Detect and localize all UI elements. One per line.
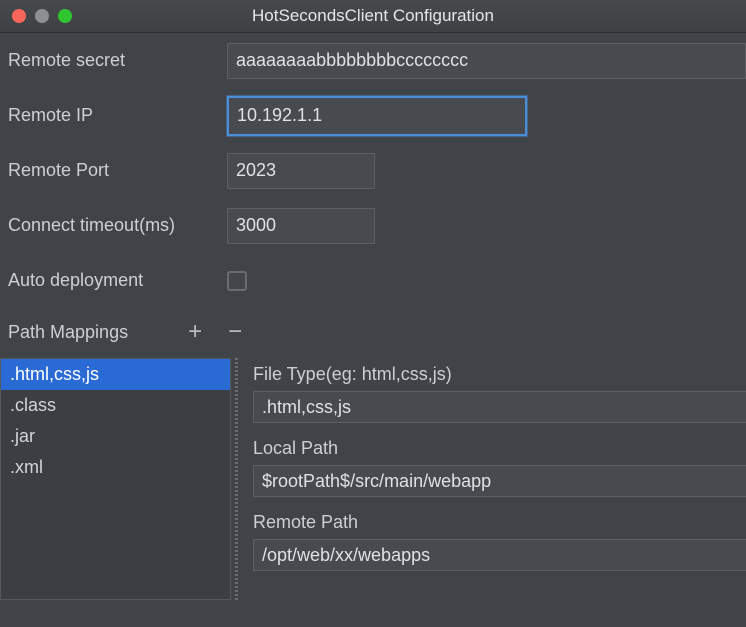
add-mapping-button[interactable]: +	[180, 320, 210, 344]
close-button-icon[interactable]	[12, 9, 26, 23]
remote-port-input[interactable]	[227, 152, 375, 189]
row-remote-secret: Remote secret	[0, 33, 746, 88]
file-type-input[interactable]	[253, 391, 746, 423]
row-auto-deployment: Auto deployment	[0, 253, 746, 308]
row-connect-timeout: Connect timeout(ms)	[0, 198, 746, 253]
remove-mapping-button[interactable]: −	[220, 320, 250, 344]
label-auto-deployment: Auto deployment	[8, 270, 144, 290]
zoom-button-icon[interactable]	[58, 9, 72, 23]
settings-form: Remote secret Remote IP Remote Port Conn…	[0, 33, 746, 356]
configuration-window: HotSecondsClient Configuration Remote se…	[0, 0, 746, 627]
remote-path-input[interactable]	[253, 539, 746, 571]
mapping-detail: File Type(eg: html,css,js) Local Path Re…	[242, 358, 746, 600]
remote-secret-input[interactable]	[227, 42, 746, 79]
minimize-button-icon[interactable]	[35, 9, 49, 23]
path-mappings-header: Path Mappings + −	[0, 308, 746, 356]
path-mappings-panel: .html,css,js .class .jar .xml File Type(…	[0, 358, 746, 600]
list-item[interactable]: .jar	[1, 421, 230, 452]
path-mappings-label: Path Mappings	[8, 321, 129, 342]
row-remote-port: Remote Port	[0, 143, 746, 198]
label-local-path: Local Path	[253, 438, 339, 458]
remote-ip-input[interactable]	[227, 95, 527, 136]
label-file-type: File Type(eg: html,css,js)	[253, 364, 452, 384]
list-item[interactable]: .html,css,js	[1, 359, 230, 390]
window-controls	[0, 9, 72, 23]
label-remote-path: Remote Path	[253, 512, 359, 532]
label-remote-ip: Remote IP	[8, 105, 94, 125]
row-remote-ip: Remote IP	[0, 88, 746, 143]
label-remote-secret: Remote secret	[8, 50, 126, 70]
connect-timeout-input[interactable]	[227, 207, 375, 244]
title-bar: HotSecondsClient Configuration	[0, 0, 746, 33]
list-item[interactable]: .xml	[1, 452, 230, 483]
mapping-list[interactable]: .html,css,js .class .jar .xml	[0, 358, 231, 600]
list-item[interactable]: .class	[1, 390, 230, 421]
label-remote-port: Remote Port	[8, 160, 110, 180]
label-connect-timeout: Connect timeout(ms)	[8, 215, 176, 235]
auto-deployment-checkbox[interactable]	[227, 270, 247, 291]
panel-splitter[interactable]	[231, 358, 242, 600]
local-path-input[interactable]	[253, 465, 746, 497]
window-title: HotSecondsClient Configuration	[252, 6, 494, 25]
